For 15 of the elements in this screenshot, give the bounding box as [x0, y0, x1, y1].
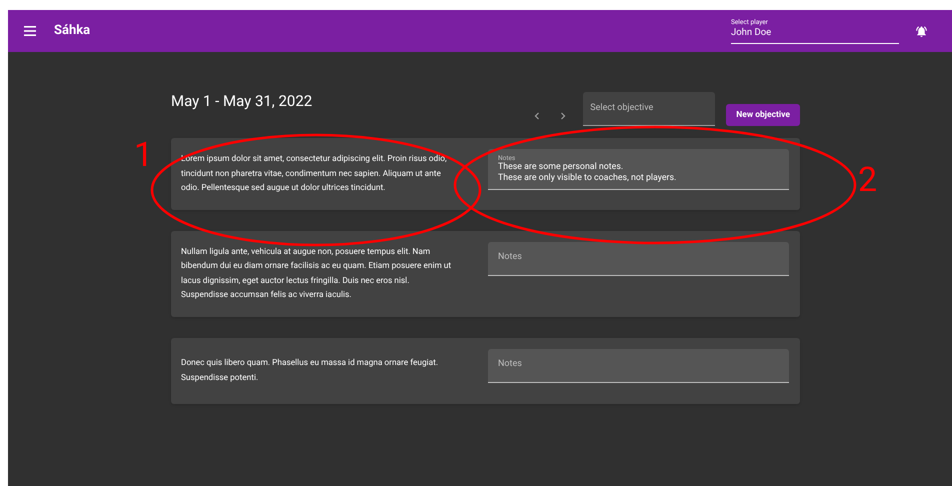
objective-text: Donec quis libero quam. Phasellus eu massa id magna ornare feugiat. Suspendisse potenti. [181, 357, 440, 384]
notes-field[interactable]: Notes [488, 242, 789, 276]
objective-select[interactable]: Select objective [583, 92, 716, 126]
new-objective-button[interactable]: New objective [726, 104, 800, 126]
objective-text: Nullam ligula ante, vehicula at augue non, posuere tempus elit. Nam bibendum dui eu diam ornare facilisis ac eu quam. Etiam posuere enim ut lacus dignissim, eget auctor lectus fringilla. Duis nec eros nisl. Suspendisse accumsan felis ac viverra iaculis. [181, 246, 452, 302]
date-range: May 1 - May 31, 2022 [171, 90, 312, 112]
menu-icon[interactable] [24, 26, 36, 36]
chevron-left-icon[interactable] [533, 112, 542, 120]
field-value: John Doe [731, 26, 772, 40]
annotation-number: 1 [134, 135, 154, 175]
notes-field[interactable]: Notes [488, 348, 789, 382]
bell-icon[interactable] [915, 24, 928, 38]
chevron-right-icon[interactable] [559, 112, 568, 120]
annotation-number: 2 [858, 160, 878, 200]
app-title: Sáhka [54, 22, 90, 40]
